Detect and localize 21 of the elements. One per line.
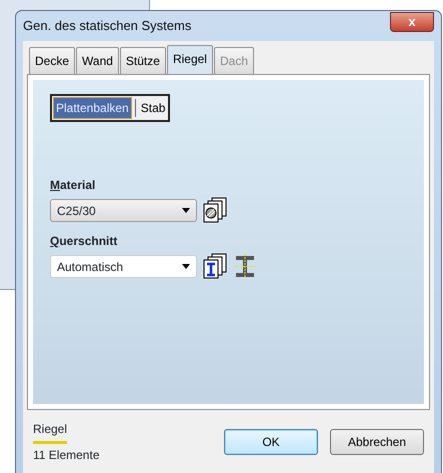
tab[interactable]: Stütze: [120, 47, 166, 74]
dialog-button[interactable]: Abbrechen: [330, 429, 424, 455]
field-label: Material: [50, 177, 96, 194]
i-beam-icon[interactable]: [233, 253, 257, 280]
caret-icon: [182, 264, 190, 269]
element-type-label: Riegel: [33, 421, 68, 438]
field-label: Querschnitt: [50, 233, 118, 250]
element-count: 11 Elemente: [33, 447, 100, 464]
dropdown[interactable]: Automatisch: [50, 255, 197, 278]
stacked-pages-icon[interactable]: [203, 197, 227, 224]
line-sample: [33, 441, 67, 444]
caret-icon: [182, 208, 190, 213]
tab[interactable]: Riegel: [166, 45, 213, 74]
window-title: Gen. des statischen Systems: [23, 17, 192, 36]
toggle-option[interactable]: Stab: [138, 97, 168, 119]
toggle-option[interactable]: Plattenbalken: [53, 97, 132, 119]
tab[interactable]: Wand: [76, 47, 119, 74]
dropdown[interactable]: C25/30: [50, 199, 197, 222]
dialog-button[interactable]: OK: [224, 429, 318, 455]
stacked-pages-icon[interactable]: [203, 253, 227, 280]
tab[interactable]: Decke: [29, 47, 76, 74]
